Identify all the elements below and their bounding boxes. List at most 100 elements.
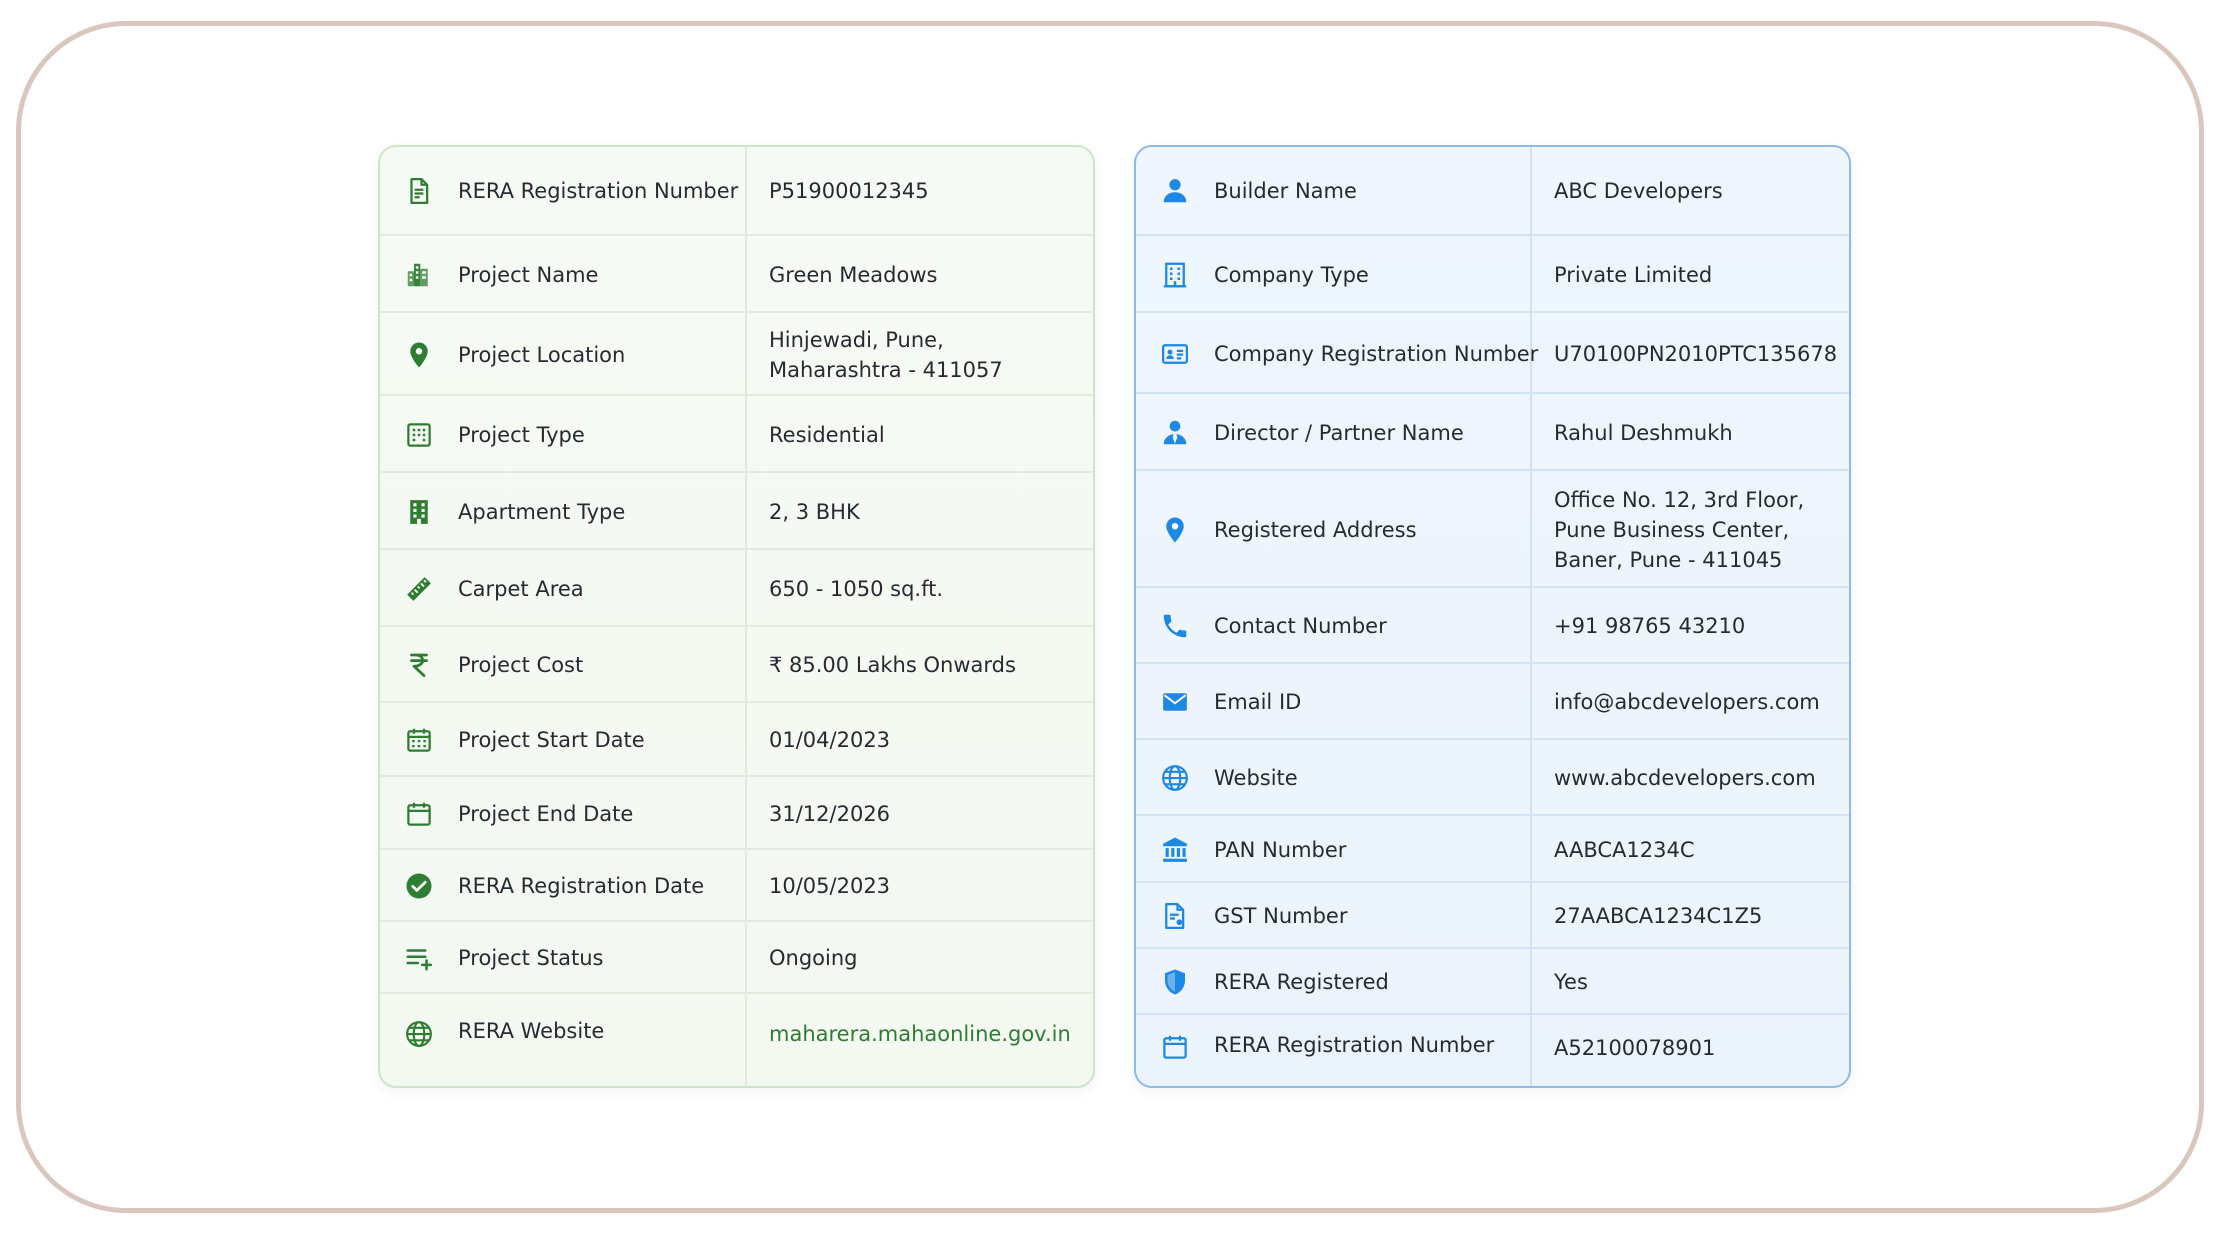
row-value-line: Pune Business Center, — [1554, 517, 1790, 542]
project-row-cost: Project Cost ₹ 85.00 Lakhs Onwards — [380, 625, 1093, 703]
builder-row-company-reg: Company Registration Number U70100PN2010… — [1136, 311, 1849, 394]
builder-row-company-type: Company Type Private Limited — [1136, 234, 1849, 313]
list-add-icon — [404, 943, 434, 973]
project-row-registration-date: RERA Registration Date 10/05/2023 — [380, 848, 1093, 922]
calendar-grid-icon — [404, 725, 434, 755]
row-value-line: Baner, Pune - 411045 — [1554, 547, 1783, 572]
builder-row-rera-registered: RERA Registered Yes — [1136, 947, 1849, 1015]
builder-row-email: Email ID info@abcdevelopers.com — [1136, 662, 1849, 740]
row-value: 2, 3 BHK — [769, 499, 860, 524]
row-label: RERA Website — [458, 1019, 605, 1043]
row-value: Ongoing — [769, 946, 858, 970]
row-label: Registered Address — [1214, 517, 1417, 542]
builder-row-gst: GST Number 27AABCA1234C1Z5 — [1136, 881, 1849, 949]
project-details-card: RERA Registration Number P51900012345 Pr… — [378, 145, 1095, 1088]
row-label: Carpet Area — [458, 576, 584, 601]
row-label: Company Registration Number — [1214, 341, 1539, 366]
row-value-line: Maharashtra - 411057 — [769, 357, 1003, 382]
row-value: 650 - 1050 sq.ft. — [769, 576, 944, 601]
row-value: 01/04/2023 — [769, 728, 891, 752]
row-label: RERA Registration Number — [458, 178, 739, 203]
row-label: Apartment Type — [458, 499, 626, 524]
mail-icon — [1160, 687, 1190, 717]
builder-row-rera-number: RERA Registration Number A52100078901 — [1136, 1013, 1849, 1086]
builder-row-pan: PAN Number AABCA1234C — [1136, 814, 1849, 883]
calendar-icon — [1160, 1032, 1190, 1062]
row-label: Project Name — [458, 262, 599, 287]
ruler-icon — [404, 574, 434, 604]
office-building-icon — [1160, 260, 1190, 290]
project-row-carpet-area: Carpet Area 650 - 1050 sq.ft. — [380, 548, 1093, 627]
buildings-icon — [404, 260, 434, 290]
row-label: Project Type — [458, 422, 585, 447]
project-row-apartment: Apartment Type 2, 3 BHK — [380, 471, 1093, 550]
calendar-icon — [404, 799, 434, 829]
row-value: Rahul Deshmukh — [1554, 420, 1733, 445]
invoice-icon — [1160, 901, 1190, 931]
rera-website-link[interactable]: maharera.mahaonline.gov.in — [769, 1019, 1071, 1049]
builder-details-card: Builder Name ABC Developers Company Type… — [1134, 145, 1851, 1088]
row-value: 10/05/2023 — [769, 874, 891, 898]
project-row-website: RERA Website maharera.mahaonline.gov.in — [380, 992, 1093, 1086]
row-value-line: Office No. 12, 3rd Floor, — [1554, 487, 1805, 512]
project-row-name: Project Name Green Meadows — [380, 234, 1093, 313]
row-value: ₹ 85.00 Lakhs Onwards — [769, 653, 1016, 677]
row-value: +91 98765 43210 — [1554, 614, 1746, 638]
row-label: Project Cost — [458, 653, 584, 677]
row-value: info@abcdevelopers.com — [1554, 690, 1820, 714]
person-tie-icon — [1160, 418, 1190, 448]
row-label: RERA Registration Number — [1214, 1033, 1495, 1057]
row-label: Website — [1214, 766, 1298, 790]
rupee-icon — [404, 650, 434, 680]
row-label: Project Start Date — [458, 728, 645, 752]
row-label: Builder Name — [1214, 178, 1357, 203]
check-circle-icon — [404, 871, 434, 901]
builder-row-director: Director / Partner Name Rahul Deshmukh — [1136, 392, 1849, 471]
project-row-end-date: Project End Date 31/12/2026 — [380, 775, 1093, 850]
row-label: Company Type — [1214, 262, 1369, 287]
id-card-icon — [1160, 339, 1190, 369]
phone-icon — [1160, 611, 1190, 641]
location-pin-icon — [404, 340, 434, 370]
row-value: Green Meadows — [769, 262, 938, 287]
row-label: Contact Number — [1214, 614, 1387, 638]
row-value: 31/12/2026 — [769, 801, 891, 826]
location-pin-icon — [1160, 515, 1190, 545]
row-value: AABCA1234C — [1554, 837, 1695, 862]
row-label: GST Number — [1214, 904, 1348, 928]
row-label: RERA Registration Date — [458, 874, 705, 898]
globe-icon — [1160, 763, 1190, 793]
row-value: U70100PN2010PTC135678 — [1554, 341, 1838, 366]
row-value: A52100078901 — [1554, 1036, 1716, 1060]
row-label: RERA Registered — [1214, 970, 1389, 994]
builder-website-link[interactable]: www.abcdevelopers.com — [1554, 763, 1816, 793]
bank-icon — [1160, 835, 1190, 865]
row-label: Director / Partner Name — [1214, 420, 1464, 445]
row-value: 27AABCA1234C1Z5 — [1554, 904, 1763, 928]
row-value: P51900012345 — [769, 178, 929, 203]
building-grid-icon — [404, 420, 434, 450]
apartment-icon — [404, 497, 434, 527]
shield-icon — [1160, 967, 1190, 997]
globe-icon — [404, 1019, 434, 1049]
project-row-start-date: Project Start Date 01/04/2023 — [380, 701, 1093, 777]
row-value-line: Hinjewadi, Pune, — [769, 327, 944, 352]
project-row-location: Project Location Hinjewadi, Pune, Mahara… — [380, 311, 1093, 396]
row-value: Private Limited — [1554, 262, 1713, 287]
row-value: ABC Developers — [1554, 178, 1723, 203]
builder-row-website: Website www.abcdevelopers.com — [1136, 738, 1849, 816]
builder-row-address: Registered Address Office No. 12, 3rd Fl… — [1136, 469, 1849, 588]
builder-row-contact: Contact Number +91 98765 43210 — [1136, 586, 1849, 664]
builder-row-name: Builder Name ABC Developers — [1136, 147, 1849, 234]
outer-frame — [16, 21, 2204, 1213]
row-label: Project End Date — [458, 801, 634, 826]
row-value: Yes — [1554, 970, 1588, 994]
document-icon — [404, 176, 434, 206]
project-row-rera-number: RERA Registration Number P51900012345 — [380, 147, 1093, 234]
row-value: Residential — [769, 422, 885, 447]
project-row-status: Project Status Ongoing — [380, 920, 1093, 994]
row-label: Project Location — [458, 342, 626, 367]
row-label: Email ID — [1214, 690, 1302, 714]
project-row-type: Project Type Residential — [380, 394, 1093, 473]
row-label: PAN Number — [1214, 837, 1347, 862]
